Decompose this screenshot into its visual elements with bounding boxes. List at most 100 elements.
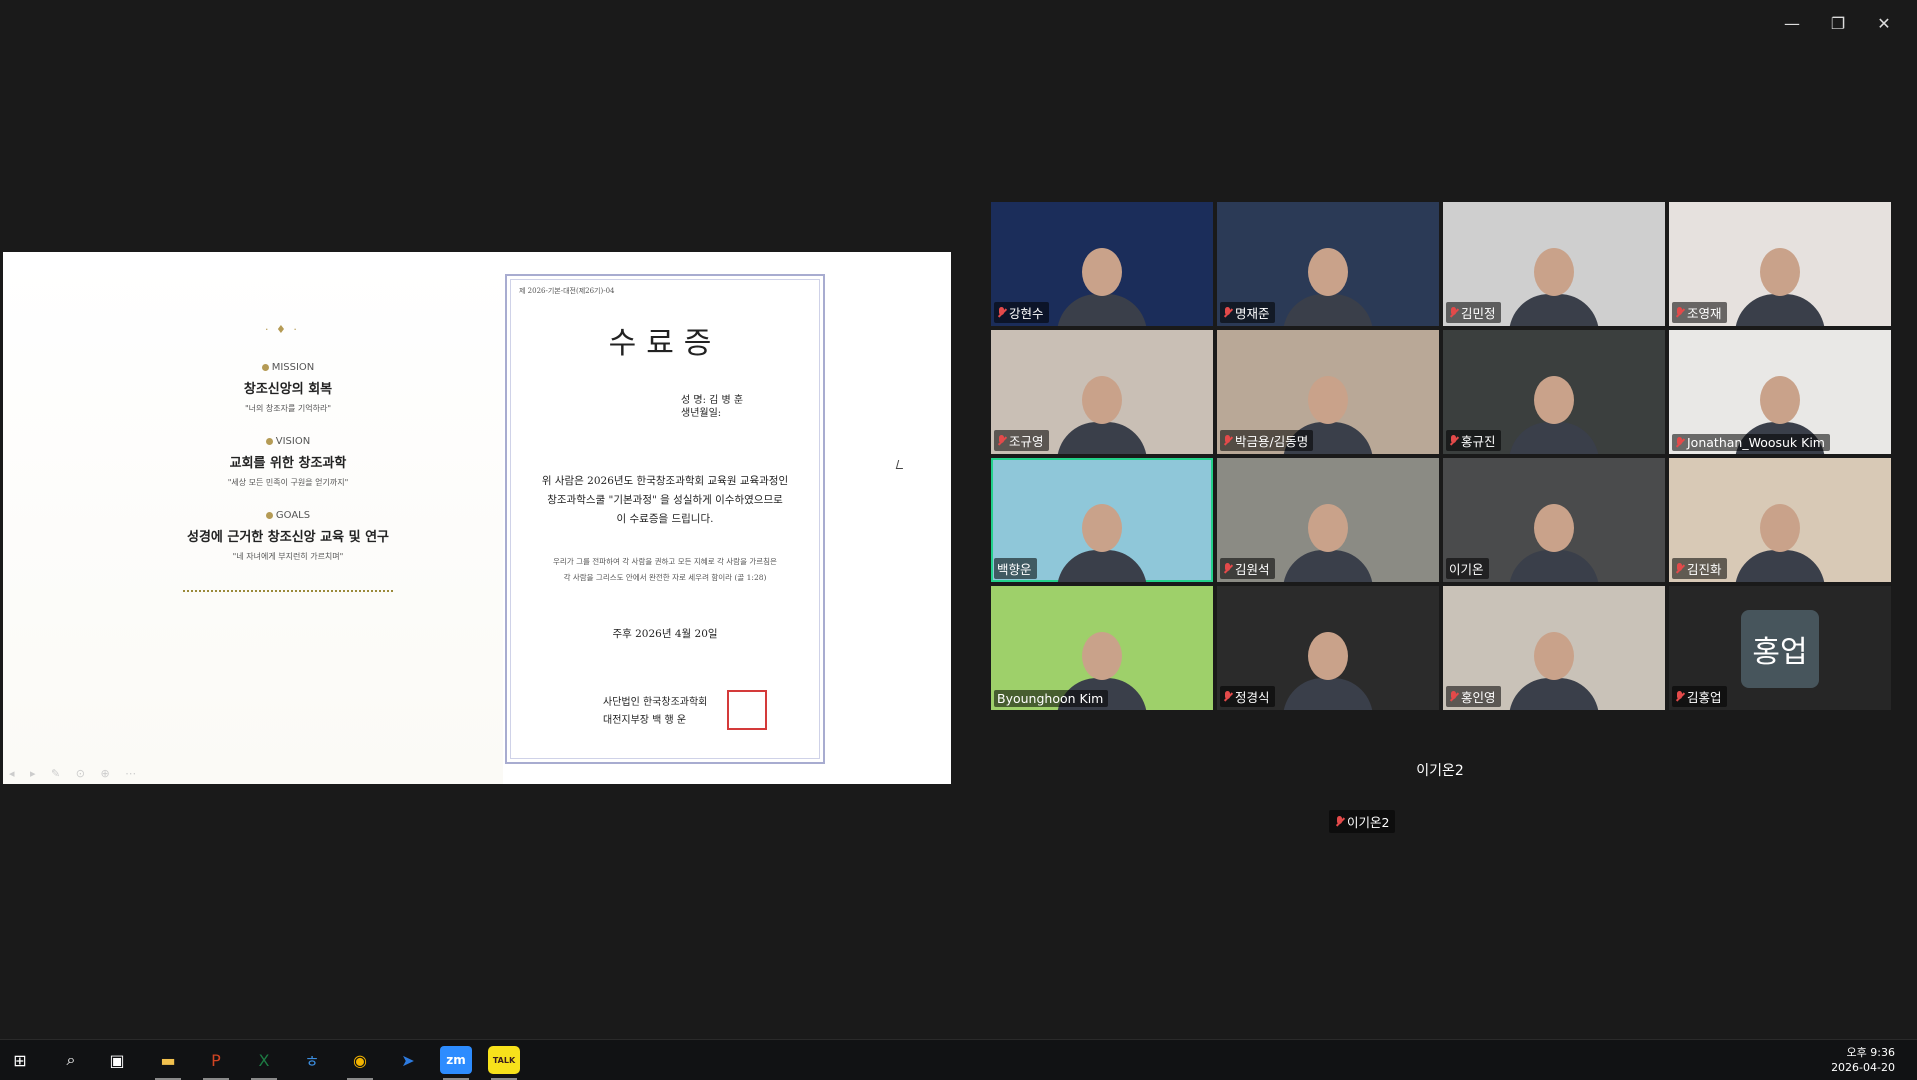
mic-muted-icon (1449, 434, 1458, 447)
participant-tile[interactable]: Jonathan_Woosuk Kim (1669, 330, 1891, 454)
pin-app-icon[interactable]: ➤ (392, 1046, 424, 1074)
participant-video (1283, 492, 1373, 582)
video-head (1760, 504, 1800, 552)
participant-video (1509, 492, 1599, 582)
participant-name: 홍인영 (1461, 690, 1496, 705)
vision-block: VISION 교회를 위한 창조과학 "세상 모든 민족이 구원을 얻기까지" (153, 436, 423, 488)
system-clock[interactable]: 오후 9:36 2026-04-20 (1831, 1045, 1895, 1075)
mic-muted-icon (1675, 306, 1684, 319)
minimize-button[interactable]: — (1769, 10, 1815, 36)
participant-tile[interactable]: 홍업김홍업 (1669, 586, 1891, 710)
participant-name: 조영재 (1687, 306, 1722, 321)
participant-tile[interactable]: 조영재 (1669, 202, 1891, 326)
participant-video (1735, 492, 1825, 582)
video-body (1057, 294, 1147, 326)
video-head (1760, 248, 1800, 296)
participant-tile[interactable]: 김진화 (1669, 458, 1891, 582)
participant-name: Byounghoon Kim (997, 691, 1104, 706)
participant-name: 이기온 (1449, 562, 1484, 577)
video-body (1057, 550, 1147, 582)
participant-video (1509, 364, 1599, 454)
participant-name: 이기온2 (1347, 815, 1390, 830)
participant-tile[interactable]: 홍규진 (1443, 330, 1665, 454)
hwp-icon[interactable]: ㅎ (296, 1046, 328, 1074)
ornament-divider (183, 590, 393, 592)
participant-label: 김홍업 (1672, 686, 1727, 707)
vision-title: 교회를 위한 창조과학 (229, 456, 347, 471)
excel-icon[interactable]: X (248, 1046, 280, 1080)
participant-tile[interactable]: 강현수 (991, 202, 1213, 326)
taskbar: ⊞ ⌕ ▣ ▬ P X ㅎ ◉ ➤ zm TALK 오후 9:36 2026-04-20 (0, 1039, 1917, 1080)
participant-video (1509, 236, 1599, 326)
kakaotalk-icon[interactable]: TALK (488, 1046, 520, 1080)
mic-muted-icon (1223, 562, 1232, 575)
participant-tile[interactable]: 정경식 (1217, 586, 1439, 710)
org-line: 대전지부장 백 행 운 (603, 715, 687, 726)
participant-name: 김진화 (1687, 562, 1722, 577)
avatar: 홍업 (1741, 610, 1819, 688)
slide-toolbar[interactable]: ◂ ▸ ✎ ⊙ ⊕ ⋯ (9, 767, 142, 780)
mission-title: 창조신앙의 회복 (243, 382, 333, 397)
task-view-icon[interactable]: ▣ (101, 1046, 133, 1074)
restore-button[interactable]: ❐ (1815, 10, 1861, 36)
participant-label: 백향운 (994, 558, 1037, 579)
participant-tile[interactable]: 명재준 (1217, 202, 1439, 326)
bullet-icon (261, 363, 269, 371)
video-head (1760, 376, 1800, 424)
video-head (1308, 632, 1348, 680)
participant-tile[interactable]: 조규영 (991, 330, 1213, 454)
video-body (1057, 422, 1147, 454)
mic-muted-icon (1449, 690, 1458, 703)
video-body (1735, 294, 1825, 326)
video-body (1509, 294, 1599, 326)
mic-muted-icon (997, 434, 1006, 447)
participant-name: 정경식 (1235, 690, 1270, 705)
mission-sub: "너의 창조자를 기억하라" (244, 404, 332, 413)
video-head (1534, 376, 1574, 424)
participant-name: 명재준 (1235, 306, 1270, 321)
certificate-date: 주후 2026년 4월 20일 (612, 628, 718, 640)
file-explorer-icon[interactable]: ▬ (152, 1046, 184, 1080)
participant-name: 백향운 (997, 562, 1032, 577)
shared-screen[interactable]: · ♦ · MISSION 창조신앙의 회복 "너의 창조자를 기억하라" VI… (3, 252, 951, 784)
video-head (1082, 632, 1122, 680)
participant-tile[interactable]: 이기온 (1443, 458, 1665, 582)
participant-tile[interactable]: 박금용/김동명 (1217, 330, 1439, 454)
participant-tile[interactable]: 홍인영 (1443, 586, 1665, 710)
participant-name: 김민정 (1461, 306, 1496, 321)
participant-label: 조영재 (1672, 302, 1727, 323)
participant-tile[interactable]: 김원석 (1217, 458, 1439, 582)
participant-tile[interactable]: 백향운 (991, 458, 1213, 582)
search-icon[interactable]: ⌕ (55, 1046, 87, 1074)
goals-block: GOALS 성경에 근거한 창조신앙 교육 및 연구 "네 자녀에게 부지런히 … (153, 510, 423, 562)
certificate-recipient: 성 명: 김 병 훈 생년월일: (681, 394, 743, 420)
powerpoint-icon[interactable]: P (200, 1046, 232, 1080)
bullet-icon (265, 437, 273, 445)
body-line: 이 수료증을 드립니다. (616, 513, 714, 525)
participant-tile[interactable]: 김민정 (1443, 202, 1665, 326)
zoom-icon[interactable]: zm (440, 1046, 472, 1080)
close-button[interactable]: ✕ (1861, 10, 1907, 36)
chrome-icon[interactable]: ◉ (344, 1046, 376, 1080)
participant-tile[interactable]: Byounghoon Kim (991, 586, 1213, 710)
video-head (1308, 376, 1348, 424)
participant-name: Jonathan_Woosuk Kim (1687, 435, 1825, 450)
overflow-participant-label[interactable]: 이기온2 (1329, 810, 1396, 833)
bullet-icon (265, 511, 273, 519)
participant-video (1509, 620, 1599, 710)
participant-label: 정경식 (1220, 686, 1275, 707)
ornament: · ♦ · (265, 323, 299, 336)
windows-start-icon[interactable]: ⊞ (4, 1046, 36, 1074)
clock-time: 오후 9:36 (1846, 1046, 1895, 1059)
mic-muted-icon (997, 306, 1006, 319)
participant-label: 김진화 (1672, 558, 1727, 579)
mic-muted-icon (1675, 436, 1684, 449)
certificate: 제 2026-기본-대전(제26기)-04 수료증 성 명: 김 병 훈 생년월… (505, 274, 825, 764)
video-head (1082, 248, 1122, 296)
mic-muted-icon (1223, 434, 1232, 447)
participant-video (1057, 236, 1147, 326)
participant-name: 김홍업 (1687, 690, 1722, 705)
goals-title: 성경에 근거한 창조신앙 교육 및 연구 (186, 530, 390, 545)
video-head (1534, 632, 1574, 680)
participant-label: Jonathan_Woosuk Kim (1672, 434, 1830, 451)
